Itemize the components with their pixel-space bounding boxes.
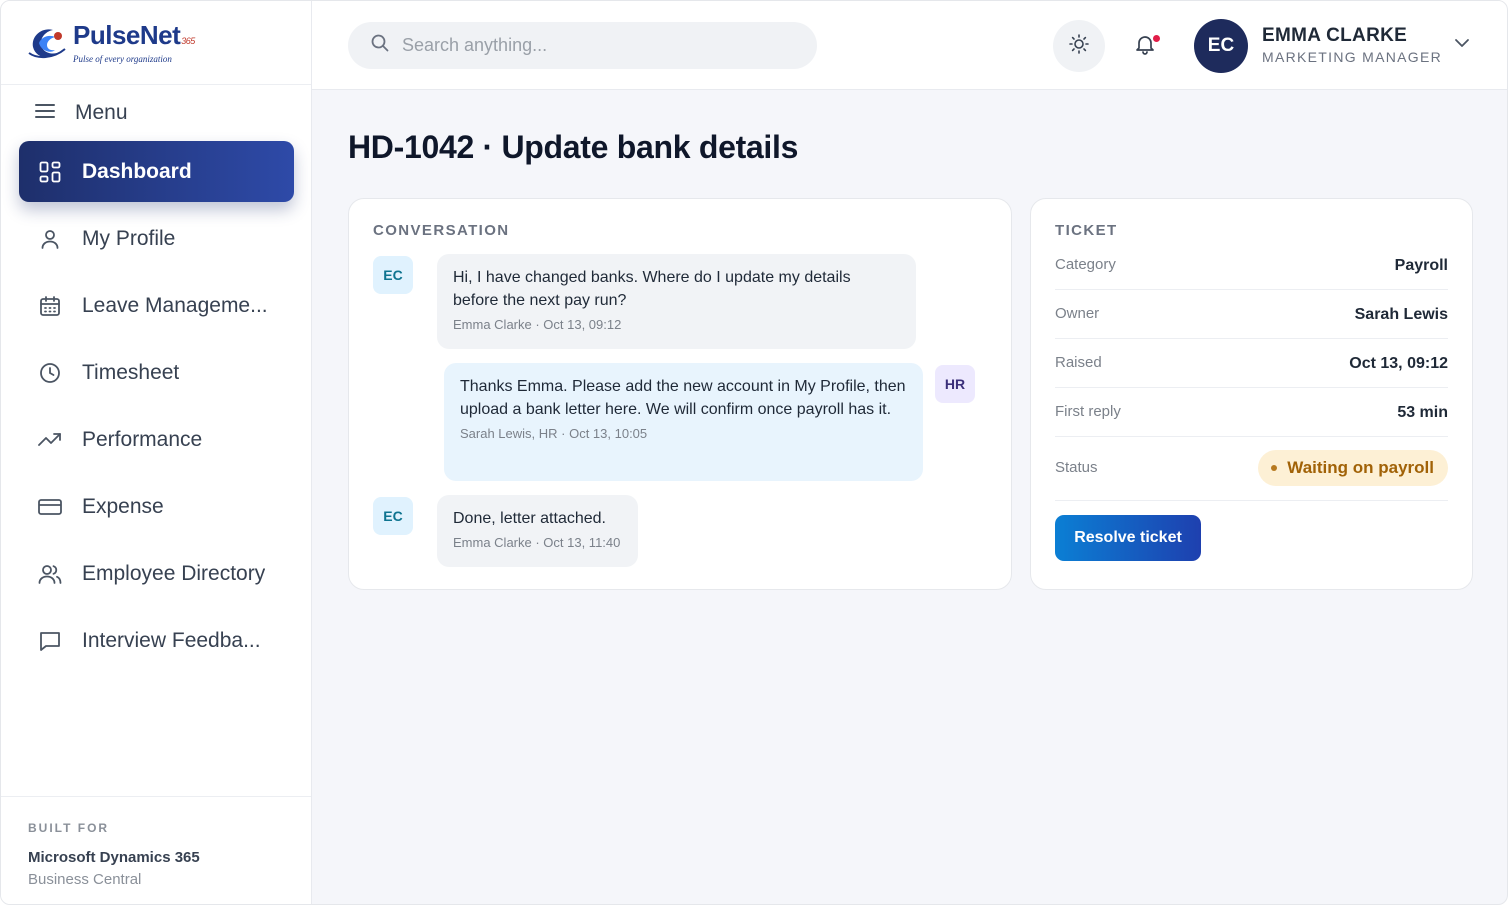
logo-tagline: Pulse of every organization (73, 54, 172, 64)
message-bubble: Done, letter attached. Emma Clarke · Oct… (437, 495, 638, 567)
theme-toggle-button[interactable] (1053, 20, 1105, 72)
ticket-row-key: First reply (1055, 403, 1121, 420)
conversation-label: CONVERSATION (373, 222, 510, 239)
search-input[interactable] (402, 35, 802, 56)
pulsenet-logo-icon (27, 23, 69, 63)
message-avatar: EC (373, 256, 413, 294)
app-window: PulseNet365 Pulse of every organization … (0, 0, 1508, 905)
ticket-row-key: Owner (1055, 305, 1100, 322)
sidebar-item-dashboard[interactable]: Dashboard (19, 141, 294, 202)
search-box[interactable] (348, 22, 817, 69)
menu-toggle[interactable]: Menu (35, 99, 128, 127)
sidebar-item-employee-directory[interactable]: Employee Directory (19, 543, 294, 604)
message-square-icon (37, 628, 63, 654)
sidebar-divider (1, 84, 311, 85)
notifications-button[interactable] (1119, 20, 1171, 72)
message-bubble: Hi, I have changed banks. Where do I upd… (437, 254, 916, 349)
message-body: Hi, I have changed banks. Where do I upd… (453, 269, 851, 309)
ticket-row-owner: Owner Sarah Lewis (1055, 290, 1448, 339)
status-badge: Waiting on payroll (1258, 450, 1448, 486)
ticket-row-category: Category Payroll (1055, 241, 1448, 290)
message-bubble: Thanks Emma. Please add the new account … (444, 363, 923, 481)
sidebar-item-label: Timesheet (82, 360, 180, 384)
built-for-label: BUILT FOR (28, 821, 110, 835)
ticket-row-key: Category (1055, 256, 1116, 273)
ticket-row-value: 53 min (1397, 404, 1448, 421)
sidebar-item-label: Performance (82, 427, 203, 451)
user-avatar[interactable]: EC (1194, 19, 1248, 73)
sidebar: PulseNet365 Pulse of every organization … (1, 1, 312, 904)
built-for-product: Microsoft Dynamics 365 (28, 849, 200, 866)
ticket-label: TICKET (1055, 222, 1118, 239)
sidebar-item-label: Expense (82, 494, 164, 518)
hamburger-icon (35, 103, 55, 124)
user-name[interactable]: EMMA CLARKE (1262, 25, 1407, 47)
sidebar-item-my-profile[interactable]: My Profile (19, 208, 294, 269)
user-icon (37, 226, 63, 252)
message-meta: Emma Clarke · Oct 13, 09:12 (453, 317, 622, 332)
resolve-ticket-button[interactable]: Resolve ticket (1055, 515, 1201, 561)
message-meta: Sarah Lewis, HR · Oct 13, 10:05 (460, 426, 648, 441)
sidebar-item-label: Employee Directory (82, 561, 266, 585)
menu-label: Menu (75, 101, 128, 124)
users-icon (37, 561, 63, 587)
ticket-row-raised: Raised Oct 13, 09:12 (1055, 339, 1448, 388)
message-meta: Emma Clarke · Oct 13, 11:40 (453, 535, 621, 550)
status-dot-icon (1271, 465, 1278, 471)
top-bar: EC EMMA CLARKE MARKETING MANAGER (312, 1, 1507, 90)
sidebar-footer: BUILT FOR Microsoft Dynamics 365 Busines… (1, 796, 311, 888)
chevron-down-icon[interactable] (1452, 33, 1472, 53)
status-text: Waiting on payroll (1287, 458, 1434, 477)
ticket-row-status: Status Waiting on payroll (1055, 437, 1448, 501)
ticket-card: TICKET Category Payroll Owner Sarah Lewi… (1030, 198, 1473, 590)
notification-dot (1152, 34, 1161, 43)
message-avatar: HR (935, 365, 975, 403)
ticket-row-value: Oct 13, 09:12 (1349, 355, 1448, 372)
sidebar-item-label: My Profile (82, 226, 176, 250)
sidebar-item-label: Dashboard (82, 159, 192, 183)
sidebar-item-performance[interactable]: Performance (19, 409, 294, 470)
credit-card-icon (37, 494, 63, 520)
page-title: HD-1042 · Update bank details (348, 129, 799, 165)
sidebar-item-label: Leave Manageme... (82, 293, 268, 317)
user-role: MARKETING MANAGER (1262, 49, 1443, 65)
sidebar-item-label: Interview Feedba... (82, 628, 261, 652)
sidebar-nav: Dashboard My Profile Leave Manageme... T… (19, 141, 294, 677)
ticket-row-key: Raised (1055, 354, 1102, 371)
conversation-card: CONVERSATION EC Hi, I have changed banks… (348, 198, 1012, 590)
sidebar-item-leave-management[interactable]: Leave Manageme... (19, 275, 294, 336)
app-logo[interactable]: PulseNet365 Pulse of every organization (27, 21, 195, 65)
message-body: Thanks Emma. Please add the new account … (460, 378, 906, 418)
ticket-row-value: Sarah Lewis (1354, 306, 1448, 323)
trending-up-icon (37, 427, 63, 453)
sidebar-item-interview-feedback[interactable]: Interview Feedba... (19, 610, 294, 671)
logo-suffix: 365 (181, 36, 195, 46)
ticket-row-first-reply: First reply 53 min (1055, 388, 1448, 437)
clock-icon (37, 360, 63, 386)
dashboard-grid-icon (37, 159, 63, 185)
ticket-row-value: Payroll (1394, 257, 1448, 274)
sun-icon (1068, 33, 1090, 60)
sidebar-item-expense[interactable]: Expense (19, 476, 294, 537)
search-icon (370, 33, 390, 58)
built-for-edition: Business Central (28, 871, 142, 888)
calendar-icon (37, 293, 63, 319)
message-avatar: EC (373, 497, 413, 535)
logo-name: PulseNet365 (73, 20, 195, 50)
message-body: Done, letter attached. (453, 510, 606, 527)
ticket-row-key: Status (1055, 459, 1098, 476)
sidebar-item-timesheet[interactable]: Timesheet (19, 342, 294, 403)
